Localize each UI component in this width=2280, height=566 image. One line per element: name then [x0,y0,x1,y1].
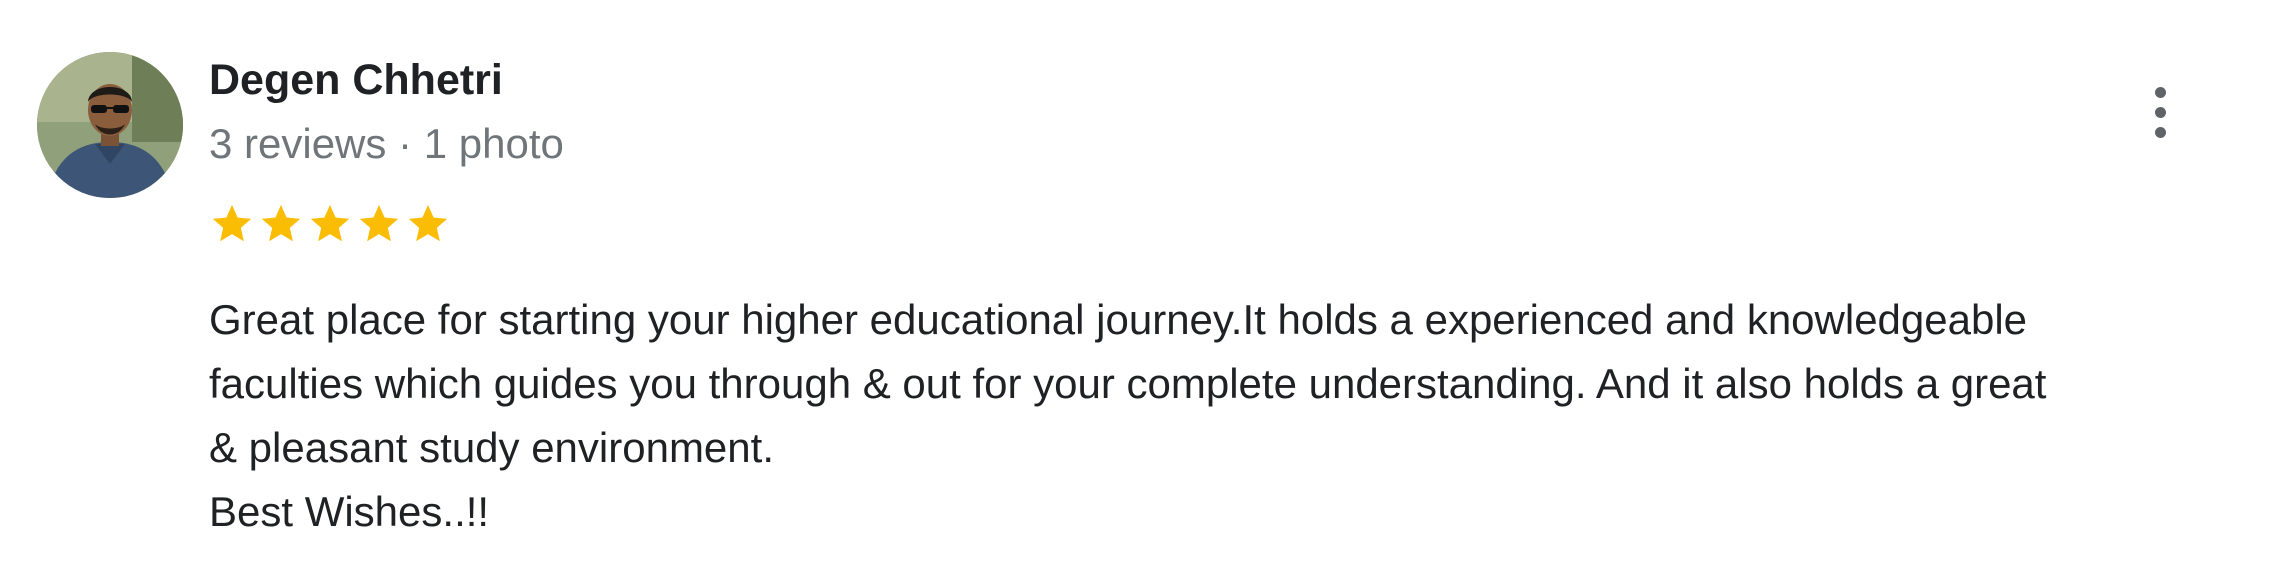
star-icon [356,201,402,247]
review-card: Degen Chhetri 3 reviews · 1 photo Great … [0,0,2280,566]
avatar-photo [37,52,183,198]
review-line: Great place for starting your higher edu… [209,296,2028,343]
review-line: faculties which guides you through & out… [209,360,2047,407]
review-line: Best Wishes..!! [209,488,490,535]
review-text: Great place for starting your higher edu… [209,288,2259,544]
reviewer-meta: 3 reviews · 1 photo [209,120,564,167]
star-rating [209,198,451,250]
star-icon [258,201,304,247]
more-vert-icon [2154,86,2166,98]
more-options-button[interactable] [2130,80,2190,144]
more-vert-icon [2154,106,2166,118]
star-icon [405,201,451,247]
star-icon [209,201,255,247]
reviewer-name[interactable]: Degen Chhetri [209,52,503,108]
more-vert-icon [2154,126,2166,138]
review-line: & pleasant study environment. [209,424,774,471]
avatar[interactable] [37,52,183,198]
star-icon [307,201,353,247]
